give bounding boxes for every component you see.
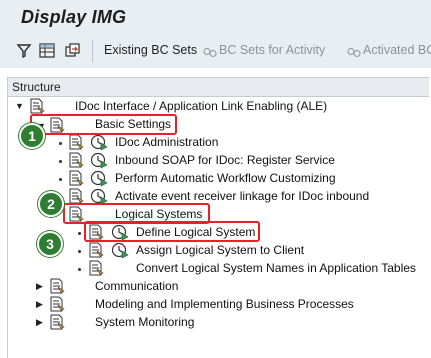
execute-clock-icon[interactable] — [90, 134, 108, 151]
tree-node-assign-logical-system[interactable]: Assign Logical System to Client — [136, 243, 304, 257]
page-title: Display IMG — [21, 7, 127, 27]
documentation-icon[interactable] — [88, 260, 104, 276]
tree-node-inbound-soap[interactable]: Inbound SOAP for IDoc: Register Service — [115, 153, 335, 167]
tree-node-convert-logical-system[interactable]: Convert Logical System Names in Applicat… — [136, 261, 416, 275]
documentation-icon[interactable] — [49, 314, 65, 330]
activated-bc-icon — [347, 47, 361, 58]
collapse-arrow-icon[interactable]: ▶ — [36, 281, 43, 292]
highlight-basic-settings — [30, 114, 177, 135]
tree-node-activate-event[interactable]: Activate event receiver linkage for IDoc… — [115, 189, 369, 203]
execute-clock-icon[interactable] — [111, 242, 129, 259]
bullet — [78, 250, 81, 253]
documentation-icon[interactable] — [68, 170, 84, 186]
tree-node-communication[interactable]: Communication — [95, 279, 178, 293]
title-bar: Display IMG — [0, 0, 431, 34]
execute-clock-icon[interactable] — [90, 152, 108, 169]
transport-icon[interactable] — [64, 42, 82, 59]
step-badge-1: 1 — [19, 123, 45, 149]
bullet — [78, 268, 81, 271]
documentation-icon[interactable] — [29, 98, 45, 114]
documentation-icon[interactable] — [68, 134, 84, 150]
find-icon[interactable] — [16, 42, 32, 59]
existing-bc-sets-button[interactable]: Existing BC Sets — [104, 43, 197, 57]
execute-clock-icon[interactable] — [90, 170, 108, 187]
tree-node-modeling[interactable]: Modeling and Implementing Business Proce… — [95, 297, 354, 311]
tree-header-label: Structure — [12, 80, 61, 94]
bc-sets-for-activity-icon — [203, 47, 217, 58]
expand-arrow-icon[interactable]: ▼ — [15, 101, 24, 111]
bullet — [78, 232, 81, 235]
documentation-icon[interactable] — [49, 278, 65, 294]
documentation-icon[interactable] — [68, 188, 84, 204]
collapse-arrow-icon[interactable]: ▶ — [36, 317, 43, 328]
step-badge-2: 2 — [38, 191, 64, 217]
table-view-icon[interactable] — [38, 42, 56, 59]
tree-node-ale[interactable]: IDoc Interface / Application Link Enabli… — [75, 99, 327, 113]
documentation-icon[interactable] — [68, 152, 84, 168]
bullet — [59, 142, 62, 145]
toolbar-separator — [92, 40, 93, 62]
bc-sets-for-activity-button[interactable]: BC Sets for Activity — [219, 43, 325, 57]
documentation-icon[interactable] — [49, 296, 65, 312]
tree-node-perform-workflow[interactable]: Perform Automatic Workflow Customizing — [115, 171, 336, 185]
bullet — [59, 178, 62, 181]
collapse-arrow-icon[interactable]: ▶ — [36, 299, 43, 310]
tree-node-system-monitoring[interactable]: System Monitoring — [95, 315, 194, 329]
step-badge-3: 3 — [37, 231, 63, 257]
documentation-icon[interactable] — [88, 242, 104, 258]
bullet — [59, 160, 62, 163]
activated-bc-button[interactable]: Activated BC — [363, 43, 431, 57]
tree-node-idoc-administration[interactable]: IDoc Administration — [115, 135, 218, 149]
highlight-define-logical-system — [84, 221, 260, 242]
tree-header: Structure — [8, 78, 429, 97]
